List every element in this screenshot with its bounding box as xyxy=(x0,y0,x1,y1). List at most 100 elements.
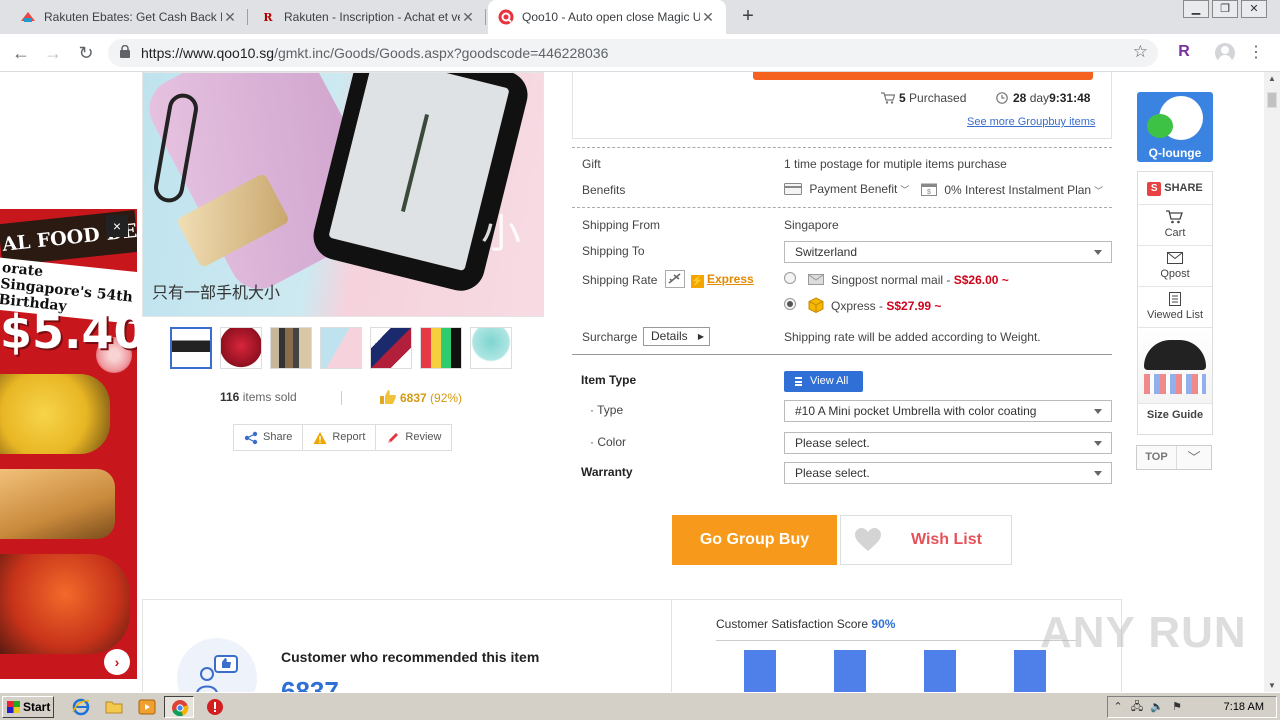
singpost-option[interactable]: Singpost normal mail - S$26.00 ~ xyxy=(831,273,1009,287)
go-group-buy-button[interactable]: Go Group Buy xyxy=(672,515,837,565)
view-all-button[interactable]: View All xyxy=(784,371,863,392)
thumbnail[interactable] xyxy=(220,327,262,369)
tab-rakuten-inscription[interactable]: R Rakuten - Inscription - Achat et vent … xyxy=(250,0,486,34)
volume-icon[interactable]: 🔈 xyxy=(1150,701,1164,714)
ad-close-icon[interactable]: × xyxy=(106,215,128,237)
likes-percent: (92%) xyxy=(430,391,463,405)
new-tab-button[interactable]: + xyxy=(737,6,759,28)
sidebar-qpost-button[interactable]: Qpost xyxy=(1138,246,1212,287)
forward-arrow-icon[interactable]: → xyxy=(41,41,65,65)
qxpress-radio[interactable] xyxy=(784,298,796,310)
share-icon xyxy=(244,431,258,444)
report-button[interactable]: Report xyxy=(303,425,377,450)
folder-icon[interactable] xyxy=(105,698,123,716)
sidebar-viewed-label: Viewed List xyxy=(1146,309,1204,321)
top-button[interactable]: TOP xyxy=(1137,446,1177,469)
product-action-bar: Share Report Review xyxy=(233,424,453,451)
report-label: Report xyxy=(332,431,366,443)
minimize-icon[interactable]: ▁ xyxy=(1183,0,1209,18)
review-button[interactable]: Review xyxy=(376,425,451,450)
taskbar-clock[interactable]: 7:18 AM xyxy=(1224,701,1264,713)
rakuten-extension-icon[interactable]: R xyxy=(1174,43,1194,63)
scroll-down-icon[interactable]: ▼ xyxy=(1268,681,1276,690)
maximize-icon[interactable]: ❐ xyxy=(1212,0,1238,18)
singpost-radio[interactable] xyxy=(784,272,796,284)
close-window-icon[interactable]: ✕ xyxy=(1241,0,1267,18)
share-s-icon: S xyxy=(1147,182,1162,196)
instalment-plan-dropdown[interactable]: $ 0% Interest Instalment Plan ﹀ xyxy=(921,182,1103,197)
profile-avatar-icon[interactable] xyxy=(1215,43,1235,63)
close-tab-icon[interactable]: ✕ xyxy=(460,9,476,26)
page-scrollbar[interactable]: ▲ ▼ xyxy=(1264,72,1280,692)
chevron-down-icon[interactable]: ﹀ xyxy=(1177,446,1211,469)
color-label: · Color xyxy=(590,435,627,449)
recommend-count: 6837 xyxy=(281,676,339,692)
flag-icon[interactable]: ⚑ xyxy=(1170,701,1184,714)
close-tab-icon[interactable]: ✕ xyxy=(700,9,716,26)
tab-qoo10[interactable]: Qoo10 - Auto open close Magic Umb ✕ xyxy=(488,0,726,34)
shipping-to-label: Shipping To xyxy=(582,244,645,258)
express-link[interactable]: ⚡ Express xyxy=(691,272,754,288)
browser-tab-strip: Rakuten Ebates: Get Cash Back For ✕ R Ra… xyxy=(0,0,1280,34)
internet-explorer-icon[interactable] xyxy=(72,698,90,716)
scroll-up-icon[interactable]: ▲ xyxy=(1268,74,1276,83)
divider xyxy=(572,207,1112,208)
satisfaction-score: 90% xyxy=(871,617,896,631)
likes-count: 6837 xyxy=(400,391,427,405)
thumbnail[interactable] xyxy=(470,327,512,369)
recently-viewed-thumbnail[interactable] xyxy=(1138,328,1212,404)
surcharge-details-button[interactable]: Details ▶ xyxy=(643,327,710,346)
thumbnail[interactable] xyxy=(420,327,462,369)
thumbnail[interactable] xyxy=(270,327,312,369)
thumbnail[interactable] xyxy=(320,327,362,369)
sidebar-cart-button[interactable]: Cart xyxy=(1138,205,1212,246)
chrome-taskbar-button[interactable] xyxy=(164,696,194,718)
qxpress-option[interactable]: Qxpress - S$27.99 ~ xyxy=(831,299,941,313)
tab-rakuten-ebates[interactable]: Rakuten Ebates: Get Cash Back For ✕ xyxy=(10,0,248,34)
shipping-to-select[interactable]: Switzerland xyxy=(784,241,1112,263)
heart-icon xyxy=(855,528,881,551)
media-player-icon[interactable] xyxy=(138,698,156,716)
sidebar-share-button[interactable]: S SHARE xyxy=(1138,172,1212,205)
warranty-select[interactable]: Please select. xyxy=(784,462,1112,484)
airplane-icon xyxy=(665,270,685,288)
type-label: · Type xyxy=(590,403,624,417)
tray-expand-icon[interactable]: ⌃ xyxy=(1111,701,1125,714)
thumbnail[interactable] xyxy=(170,327,212,369)
network-icon[interactable]: 🖧 xyxy=(1130,701,1144,714)
payment-benefit-dropdown[interactable]: Payment Benefit ﹀ xyxy=(784,182,909,196)
image-caption: 只有一部手机大小 xyxy=(152,283,281,302)
type-select[interactable]: #10 A Mini pocket Umbrella with color co… xyxy=(784,400,1112,422)
address-bar[interactable]: https://www.qoo10.sg/gmkt.inc/Goods/Good… xyxy=(108,39,1158,67)
back-arrow-icon[interactable]: ← xyxy=(9,41,33,65)
scroll-thumb[interactable] xyxy=(1267,92,1277,108)
start-button[interactable]: Start xyxy=(2,696,54,718)
size-guide-button[interactable]: Size Guide xyxy=(1138,404,1212,426)
food-image xyxy=(0,374,110,454)
sidebar-viewed-list-button[interactable]: Viewed List xyxy=(1138,287,1212,328)
system-tray: ⌃ 🖧 🔈 ⚑ 7:18 AM xyxy=(1107,696,1277,718)
food-ad-banner[interactable]: AL FOOD DELIGHTS orate Singapore's 54th … xyxy=(0,209,137,679)
reload-icon[interactable]: ↻ xyxy=(74,41,98,65)
q-lounge-mascot-icon xyxy=(1147,114,1173,138)
satisfaction-bar xyxy=(834,650,866,692)
color-select[interactable]: Please select. xyxy=(784,432,1112,454)
security-alert-icon[interactable] xyxy=(206,698,224,716)
see-more-groupbuy-link[interactable]: See more Groupbuy items xyxy=(967,116,1095,128)
wish-list-button[interactable]: Wish List xyxy=(840,515,1012,565)
clock-icon xyxy=(996,92,1008,104)
browser-menu-icon[interactable]: ⋮ xyxy=(1248,43,1264,63)
bookmark-star-icon[interactable]: ☆ xyxy=(1133,42,1148,62)
mail-icon xyxy=(1138,251,1212,268)
shipping-rate-label: Shipping Rate xyxy=(582,273,658,287)
ad-next-arrow-icon[interactable]: › xyxy=(104,649,130,675)
q-lounge-button[interactable]: Q-lounge xyxy=(1137,92,1213,162)
share-button[interactable]: Share xyxy=(234,425,304,450)
chevron-down-icon: ﹀ xyxy=(1094,186,1104,196)
thumbnail[interactable] xyxy=(370,327,412,369)
package-icon xyxy=(808,297,824,313)
buy-button-edge[interactable] xyxy=(753,72,1093,80)
product-main-image[interactable]: 小 只有一部手机大小 xyxy=(142,72,544,317)
qxpress-label: Qxpress - xyxy=(831,299,884,313)
close-tab-icon[interactable]: ✕ xyxy=(222,9,238,26)
